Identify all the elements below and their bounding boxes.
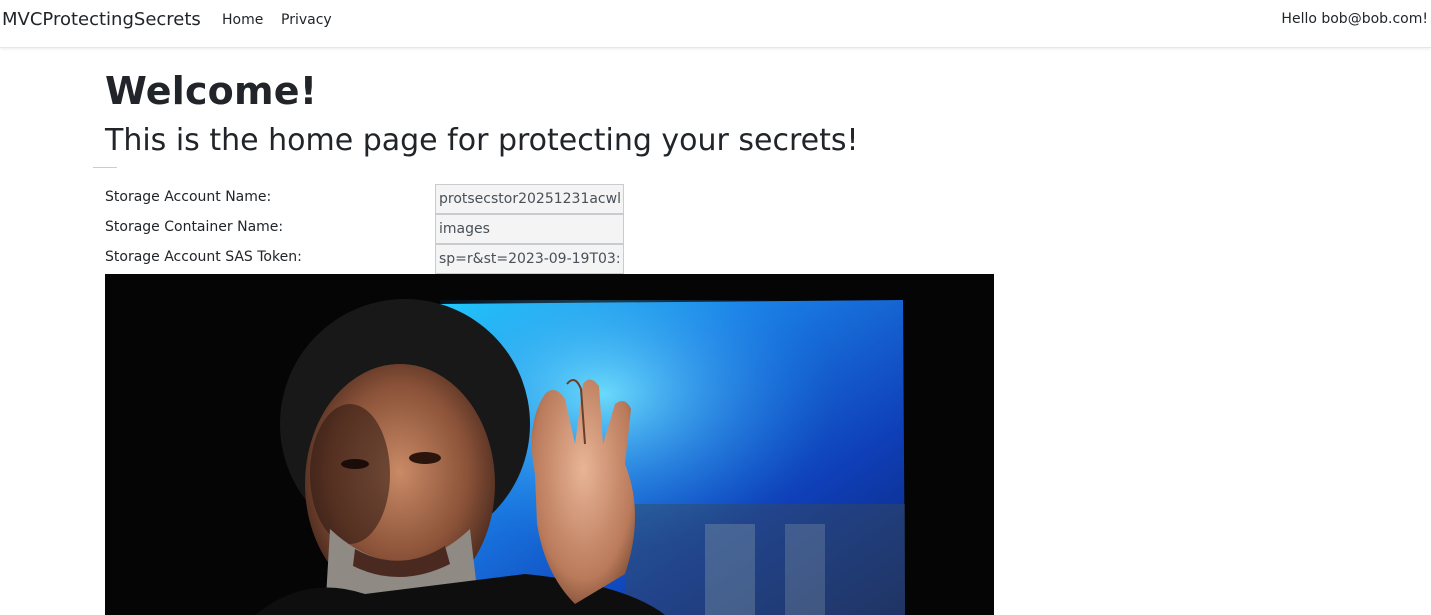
brand-link[interactable]: MVCProtectingSecrets xyxy=(2,9,201,31)
page-subtitle: This is the home page for protecting you… xyxy=(105,123,859,158)
nav-link-home[interactable]: Home xyxy=(222,11,263,29)
user-greeting[interactable]: Hello bob@bob.com! xyxy=(1281,10,1428,28)
storage-account-name-label: Storage Account Name: xyxy=(105,189,272,205)
storage-account-name-field[interactable] xyxy=(435,184,624,214)
nav-link-privacy[interactable]: Privacy xyxy=(281,11,332,29)
storage-container-name-field[interactable] xyxy=(435,214,624,244)
top-navbar: MVCProtectingSecrets Home Privacy Hello … xyxy=(0,0,1431,48)
divider xyxy=(93,167,117,168)
page-title: Welcome! xyxy=(105,69,318,113)
blob-image xyxy=(105,274,994,615)
storage-container-name-label: Storage Container Name: xyxy=(105,219,284,235)
storage-sas-token-label: Storage Account SAS Token: xyxy=(105,249,302,265)
blob-image-graphic xyxy=(105,274,994,615)
storage-sas-token-field[interactable] xyxy=(435,244,624,274)
